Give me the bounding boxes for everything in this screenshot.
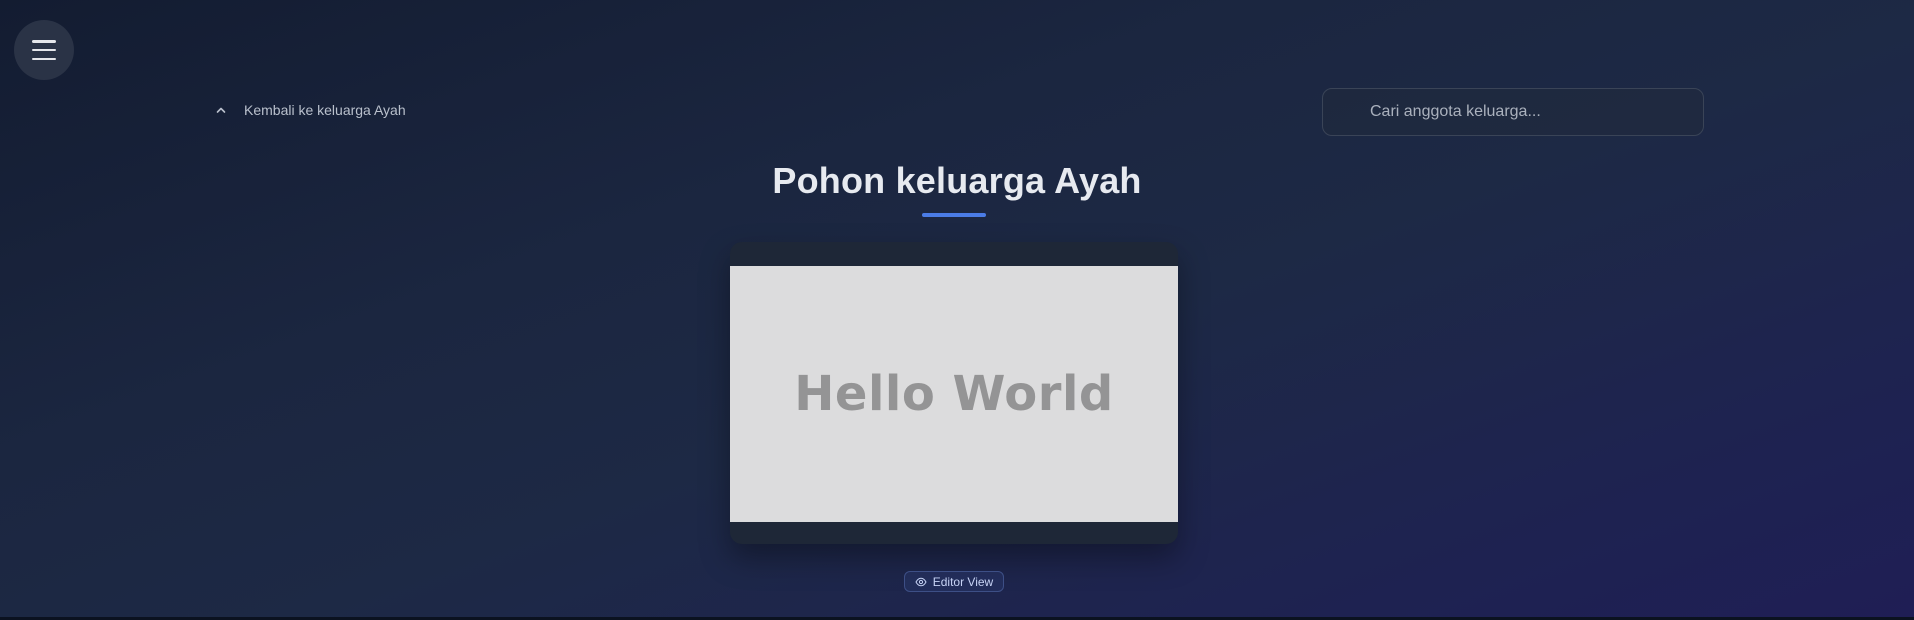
editor-view-label: Editor View [932, 574, 994, 589]
editor-view-button[interactable]: Editor View [904, 571, 1004, 592]
eye-icon [915, 577, 927, 586]
preview-canvas: Hello World [730, 266, 1178, 522]
menu-button[interactable] [14, 20, 74, 80]
hamburger-menu-icon [32, 40, 56, 60]
title-underline [922, 213, 986, 217]
search-input[interactable] [1323, 89, 1703, 135]
back-to-family-link[interactable]: Kembali ke keluarga Ayah [214, 102, 406, 118]
search-box [1322, 88, 1704, 136]
tree-preview-card[interactable]: Hello World [730, 242, 1178, 544]
back-link-label: Kembali ke keluarga Ayah [244, 102, 406, 118]
preview-text: Hello World [794, 366, 1114, 422]
chevron-up-icon [216, 107, 226, 113]
page-title: Pohon keluarga Ayah [772, 160, 1142, 201]
